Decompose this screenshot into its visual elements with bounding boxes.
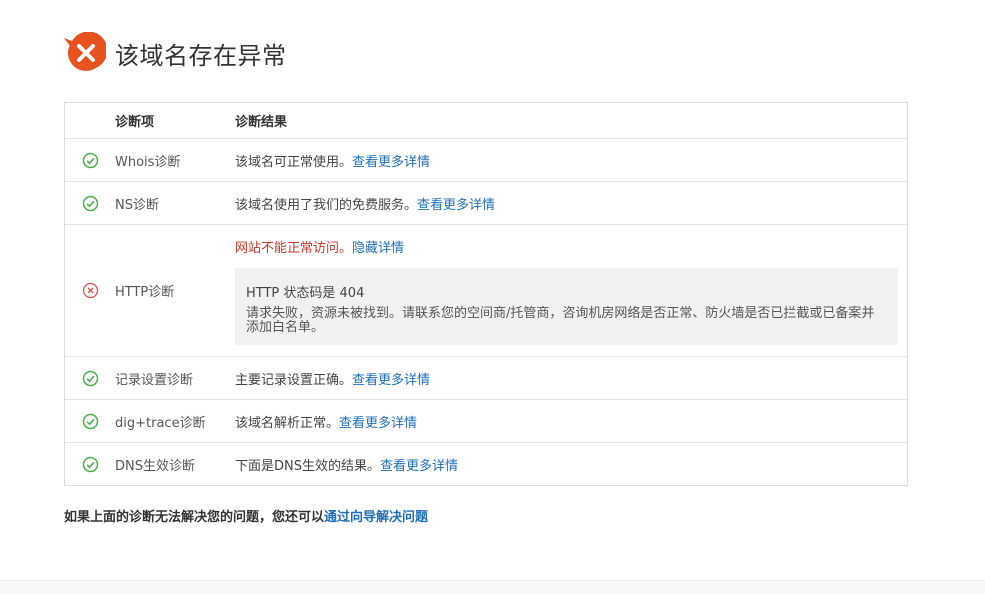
check-circle-icon [65, 139, 115, 181]
table-header: 诊断项 诊断结果 [65, 103, 907, 138]
check-circle-icon [65, 443, 115, 485]
check-circle-icon [65, 182, 115, 224]
diagnosis-result: 下面是DNS生效的结果。 查看更多详情 [235, 443, 907, 485]
error-x-icon [62, 32, 106, 74]
hide-details-link[interactable]: 隐藏详情 [352, 241, 404, 256]
diagnosis-result: 该域名解析正常。 查看更多详情 [235, 400, 907, 442]
view-details-link[interactable]: 查看更多详情 [352, 369, 430, 388]
diagnosis-name: HTTP诊断 [115, 285, 175, 300]
diagnosis-result: 网站不能正常访问。隐藏详情 HTTP 状态码是 404 请求失败，资源未被找到。… [235, 225, 907, 356]
page-header: 该域名存在异常 [62, 32, 287, 74]
table-row: NS诊断 该域名使用了我们的免费服务。 查看更多详情 [65, 181, 907, 224]
wizard-link[interactable]: 通过向导解决问题 [324, 510, 428, 525]
view-details-link[interactable]: 查看更多详情 [380, 455, 458, 474]
view-details-link[interactable]: 查看更多详情 [352, 151, 430, 170]
table-row: DNS生效诊断 下面是DNS生效的结果。 查看更多详情 [65, 442, 907, 485]
diagnosis-result: 该域名使用了我们的免费服务。 查看更多详情 [235, 182, 907, 224]
diagnosis-result: 主要记录设置正确。 查看更多详情 [235, 357, 907, 399]
diagnosis-table: 诊断项 诊断结果 Whois诊断 该域名可正常使用。 查看更多详情 NS诊断 该域… [64, 102, 908, 486]
check-circle-icon [65, 400, 115, 442]
page-title: 该域名存在异常 [115, 41, 287, 70]
table-row: 记录设置诊断 主要记录设置正确。 查看更多详情 [65, 356, 907, 399]
page-bottom-bar [0, 580, 985, 594]
error-message: 网站不能正常访问。 [235, 241, 353, 256]
http-status-code: HTTP 状态码是 404 [246, 286, 365, 301]
x-circle-icon [65, 225, 115, 356]
view-details-link[interactable]: 查看更多详情 [339, 412, 417, 431]
diagnosis-name: Whois诊断 [115, 154, 181, 170]
column-header-result: 诊断结果 [235, 115, 288, 130]
table-row: dig+trace诊断 该域名解析正常。 查看更多详情 [65, 399, 907, 442]
table-row: HTTP诊断 网站不能正常访问。隐藏详情 HTTP 状态码是 404 请求失败，… [65, 224, 907, 356]
diagnosis-name: NS诊断 [115, 197, 159, 213]
check-circle-icon [65, 357, 115, 399]
diagnosis-name: dig+trace诊断 [115, 415, 206, 431]
help-footer: 如果上面的诊断无法解决您的问题，您还可以通过向导解决问题 [64, 510, 429, 525]
error-description: 请求失败，资源未被找到。请联系您的空间商/托管商，咨询机房网络是否正常、防火墙是… [246, 306, 875, 335]
view-details-link[interactable]: 查看更多详情 [417, 194, 495, 213]
diagnosis-name: 记录设置诊断 [115, 372, 194, 388]
diagnosis-result: 该域名可正常使用。 查看更多详情 [235, 139, 907, 181]
diagnosis-name: DNS生效诊断 [115, 458, 195, 474]
column-header-item: 诊断项 [115, 115, 155, 130]
error-detail-box: HTTP 状态码是 404 请求失败，资源未被找到。请联系您的空间商/托管商，咨… [235, 268, 898, 345]
table-row: Whois诊断 该域名可正常使用。 查看更多详情 [65, 138, 907, 181]
